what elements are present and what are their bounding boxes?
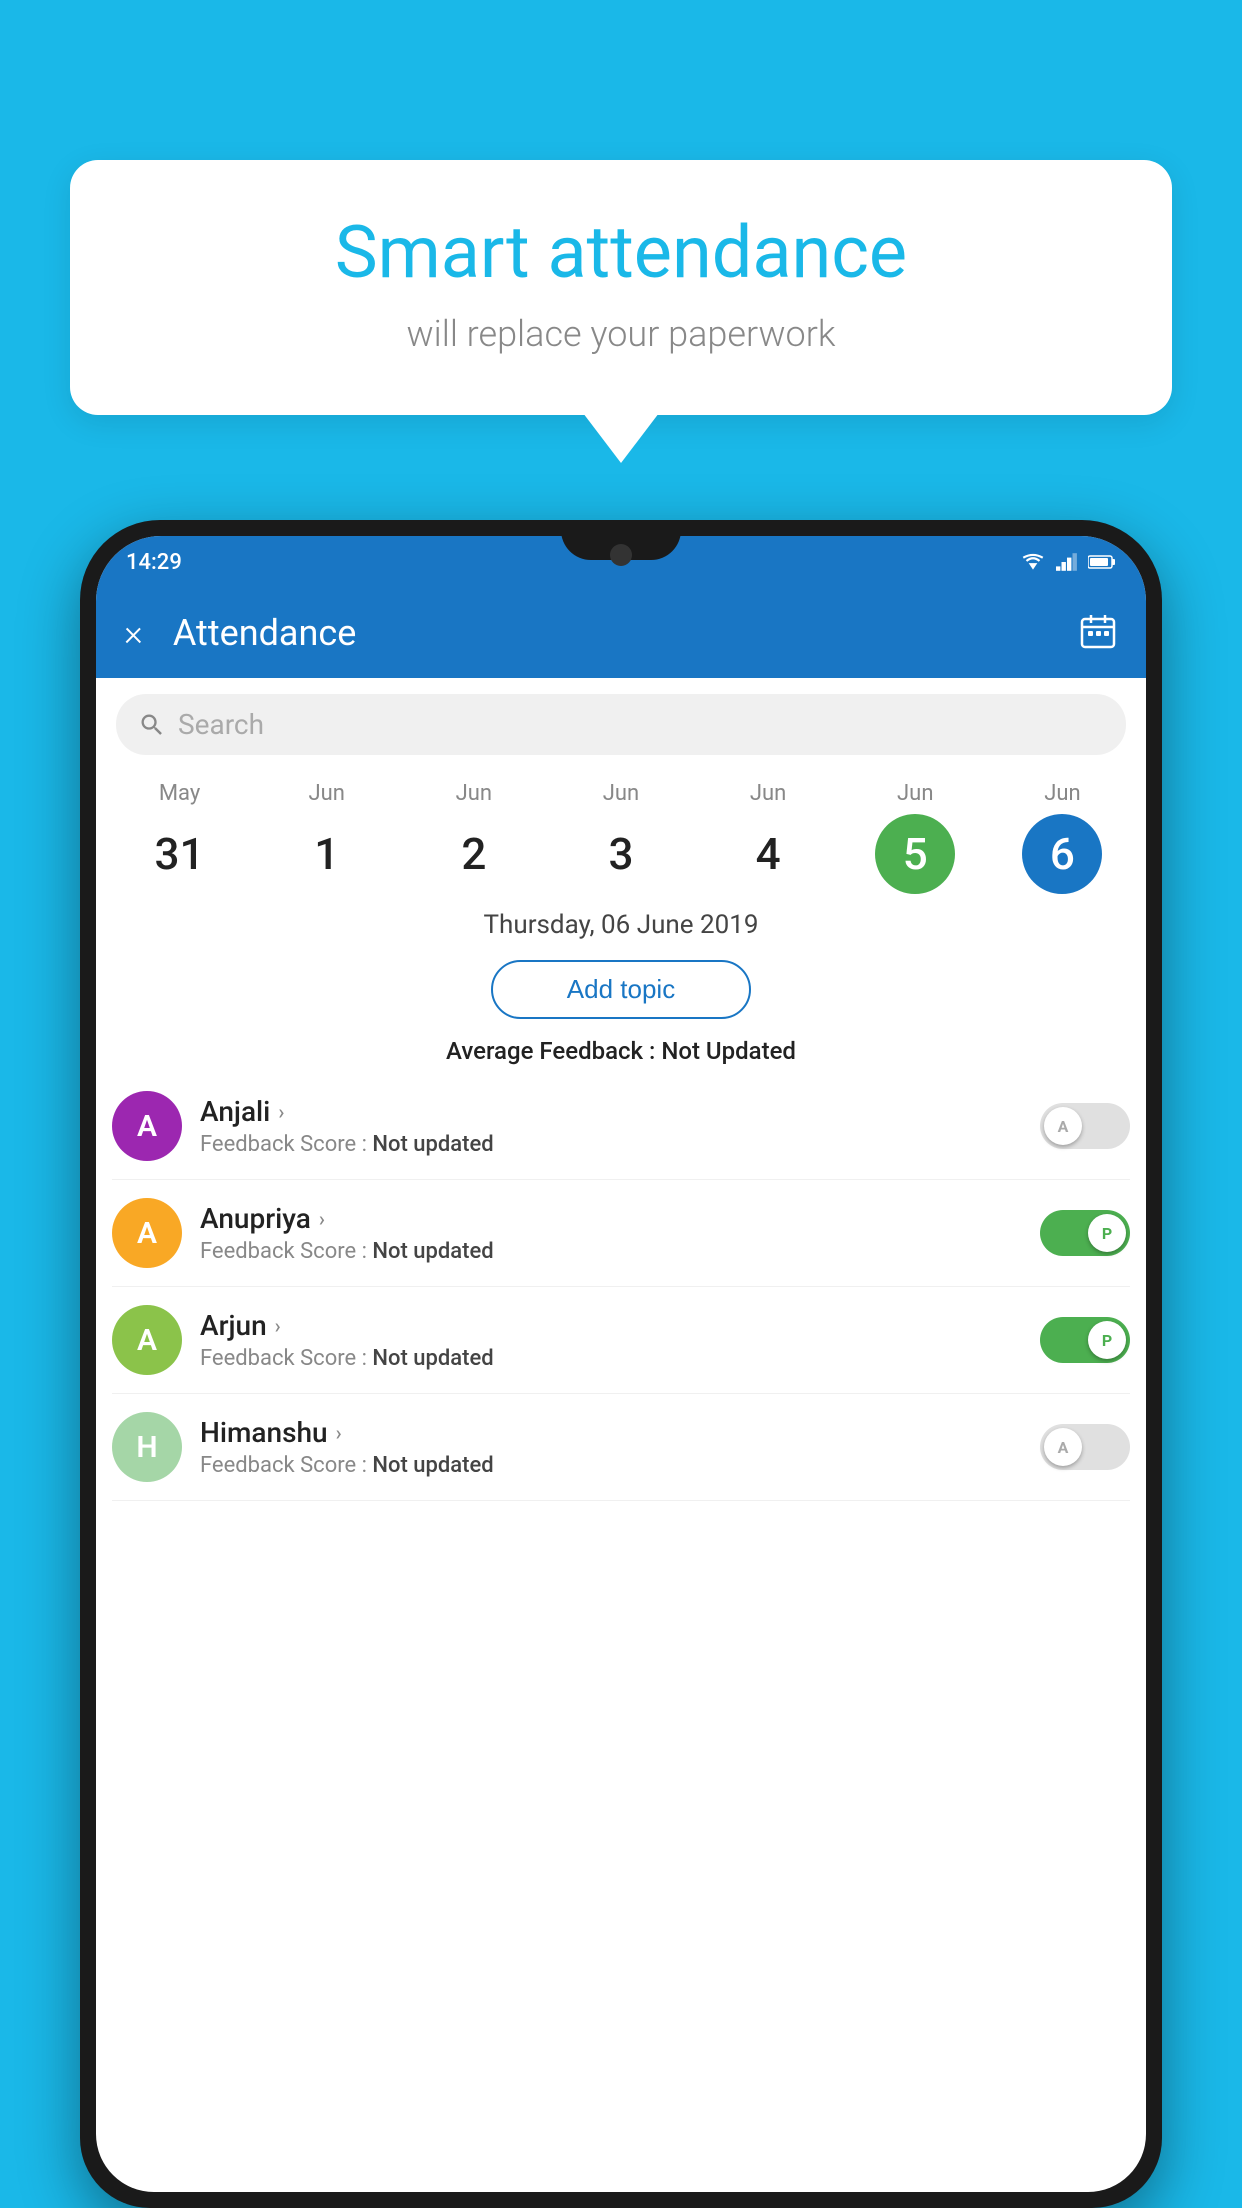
calendar-day[interactable]: Jun 2 [419, 781, 529, 894]
chevron-icon: › [275, 1314, 281, 1338]
student-avatar: A [112, 1091, 182, 1161]
status-icons [1020, 552, 1116, 572]
feedback-value: Not updated [372, 1453, 493, 1478]
attendance-toggle[interactable]: A [1040, 1424, 1130, 1470]
attendance-toggle[interactable]: P [1040, 1210, 1130, 1256]
status-time: 14:29 [126, 550, 182, 575]
toggle-knob: P [1088, 1214, 1126, 1252]
search-icon [138, 711, 166, 739]
student-name: Anjali › [200, 1095, 1040, 1128]
toggle-knob: A [1044, 1428, 1082, 1466]
phone-frame: 14:29 [80, 520, 1162, 2208]
student-item[interactable]: A Arjun › Feedback Score : Not updated P [112, 1287, 1130, 1394]
cal-date-number[interactable]: 2 [434, 814, 514, 894]
student-feedback: Feedback Score : Not updated [200, 1346, 1040, 1371]
student-avatar: A [112, 1198, 182, 1268]
chevron-icon: › [278, 1100, 284, 1124]
feedback-value: Not updated [372, 1132, 493, 1157]
app-bar: × Attendance [96, 588, 1146, 678]
cal-month-label: May [159, 781, 200, 806]
feedback-value: Not updated [372, 1346, 493, 1371]
signal-icon [1056, 552, 1078, 572]
student-info: Anupriya › Feedback Score : Not updated [200, 1202, 1040, 1264]
phone-screen: 14:29 [96, 536, 1146, 2192]
student-avatar: H [112, 1412, 182, 1482]
calendar-day[interactable]: Jun 3 [566, 781, 676, 894]
speech-bubble: Smart attendance will replace your paper… [70, 160, 1172, 415]
toggle-knob: P [1088, 1321, 1126, 1359]
calendar-day[interactable]: Jun 1 [272, 781, 382, 894]
calendar-day[interactable]: Jun 4 [713, 781, 823, 894]
student-feedback: Feedback Score : Not updated [200, 1132, 1040, 1157]
cal-month-label: Jun [897, 781, 933, 806]
avg-feedback-value: Not Updated [661, 1037, 796, 1065]
app-title: Attendance [173, 612, 1078, 654]
search-placeholder: Search [178, 708, 264, 741]
avg-feedback: Average Feedback : Not Updated [96, 1029, 1146, 1073]
student-name: Himanshu › [200, 1416, 1040, 1449]
cal-month-label: Jun [1044, 781, 1080, 806]
chevron-icon: › [336, 1421, 342, 1445]
close-button[interactable]: × [124, 615, 143, 651]
calendar-day[interactable]: Jun 6 [1007, 781, 1117, 894]
bubble-subtitle: will replace your paperwork [130, 313, 1112, 355]
chevron-icon: › [319, 1207, 325, 1231]
calendar-strip: May 31 Jun 1 Jun 2 Jun 3 Jun 4 Jun 5 Jun 6 [96, 771, 1146, 894]
student-name: Anupriya › [200, 1202, 1040, 1235]
toggle-knob: A [1044, 1107, 1082, 1145]
selected-date-label: Thursday, 06 June 2019 [96, 894, 1146, 950]
battery-icon [1088, 554, 1116, 570]
calendar-day[interactable]: Jun 5 [860, 781, 970, 894]
search-bar[interactable]: Search [116, 694, 1126, 755]
student-info: Arjun › Feedback Score : Not updated [200, 1309, 1040, 1371]
cal-date-number[interactable]: 4 [728, 814, 808, 894]
cal-date-number[interactable]: 1 [287, 814, 367, 894]
avg-feedback-label: Average Feedback : [446, 1037, 655, 1065]
cal-date-number[interactable]: 31 [140, 814, 220, 894]
cal-month-label: Jun [750, 781, 786, 806]
student-info: Himanshu › Feedback Score : Not updated [200, 1416, 1040, 1478]
camera-dot [610, 544, 632, 566]
calendar-icon[interactable] [1078, 611, 1118, 655]
student-list: AAnjali ›Feedback Score : Not updatedAAA… [96, 1073, 1146, 1501]
bubble-title: Smart attendance [130, 210, 1112, 295]
cal-month-label: Jun [603, 781, 639, 806]
student-item[interactable]: A Anupriya › Feedback Score : Not updated P [112, 1180, 1130, 1287]
cal-month-label: Jun [308, 781, 344, 806]
attendance-toggle[interactable]: A [1040, 1103, 1130, 1149]
phone-notch [561, 520, 681, 560]
student-name: Arjun › [200, 1309, 1040, 1342]
student-avatar: A [112, 1305, 182, 1375]
wifi-icon [1020, 552, 1046, 572]
student-feedback: Feedback Score : Not updated [200, 1453, 1040, 1478]
feedback-value: Not updated [372, 1239, 493, 1264]
cal-date-number[interactable]: 6 [1022, 814, 1102, 894]
attendance-toggle[interactable]: P [1040, 1317, 1130, 1363]
student-info: Anjali › Feedback Score : Not updated [200, 1095, 1040, 1157]
add-topic-button[interactable]: Add topic [491, 960, 751, 1019]
cal-month-label: Jun [456, 781, 492, 806]
cal-date-number[interactable]: 3 [581, 814, 661, 894]
student-item[interactable]: AAnjali ›Feedback Score : Not updatedA [112, 1073, 1130, 1180]
student-feedback: Feedback Score : Not updated [200, 1239, 1040, 1264]
cal-date-number[interactable]: 5 [875, 814, 955, 894]
student-item[interactable]: H Himanshu › Feedback Score : Not updatedA [112, 1394, 1130, 1501]
calendar-day[interactable]: May 31 [125, 781, 235, 894]
